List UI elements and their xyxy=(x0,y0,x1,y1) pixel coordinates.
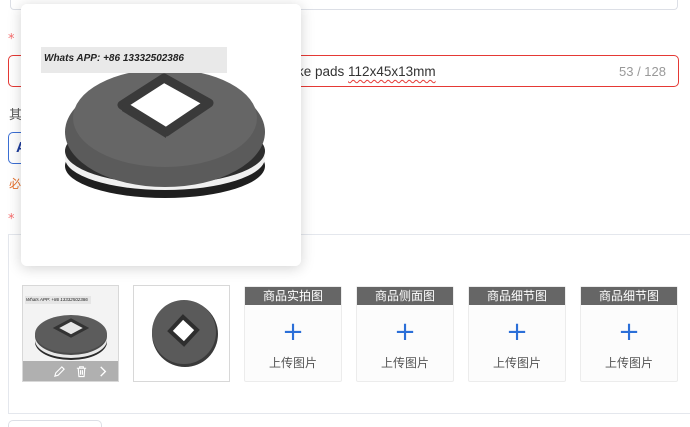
upload-slot-detail-2[interactable]: 商品细节图 + 上传图片 xyxy=(580,286,678,382)
plus-icon: + xyxy=(618,317,640,347)
thumb-watermark: Whats APP: +86 13332502386 xyxy=(26,297,88,302)
plus-icon: + xyxy=(394,317,416,347)
upload-slot-side-view[interactable]: 商品侧面图 + 上传图片 xyxy=(356,286,454,382)
more-icon[interactable] xyxy=(97,365,110,378)
plus-icon: + xyxy=(282,317,304,347)
brake-pad-preview-image xyxy=(21,4,301,266)
product-title-value: ke pads 112x45x13mm xyxy=(297,64,436,79)
upload-label: 上传图片 xyxy=(604,356,653,370)
slot-header: 商品细节图 xyxy=(469,287,565,305)
hint-text: 必 xyxy=(9,177,22,191)
plus-icon: + xyxy=(506,317,528,347)
required-mark: * xyxy=(8,212,15,227)
upload-label: 上传图片 xyxy=(268,356,317,370)
upload-slot-real-photo[interactable]: 商品实拍图 + 上传图片 xyxy=(244,286,342,382)
required-mark: * xyxy=(8,32,15,47)
slot-header: 商品细节图 xyxy=(581,287,677,305)
upload-label: 上传图片 xyxy=(492,356,541,370)
delete-icon[interactable] xyxy=(75,365,88,378)
product-image-thumb[interactable] xyxy=(133,285,230,382)
image-preview-popover: Whats APP: +86 13332502386 xyxy=(21,4,301,266)
bottom-button-edge[interactable] xyxy=(8,420,102,427)
thumb-action-bar xyxy=(23,361,118,381)
slot-header: 商品实拍图 xyxy=(245,287,341,305)
contact-watermark: Whats APP: +86 13332502386 xyxy=(44,53,184,64)
edit-icon[interactable] xyxy=(53,365,66,378)
upload-label: 上传图片 xyxy=(380,356,429,370)
upload-slot-detail-1[interactable]: 商品细节图 + 上传图片 xyxy=(468,286,566,382)
title-char-counter: 53 / 128 xyxy=(619,64,666,79)
product-image-thumb[interactable]: Whats APP: +86 13332502386 xyxy=(22,285,119,382)
slot-header: 商品侧面图 xyxy=(357,287,453,305)
brake-pad-image xyxy=(134,286,229,381)
